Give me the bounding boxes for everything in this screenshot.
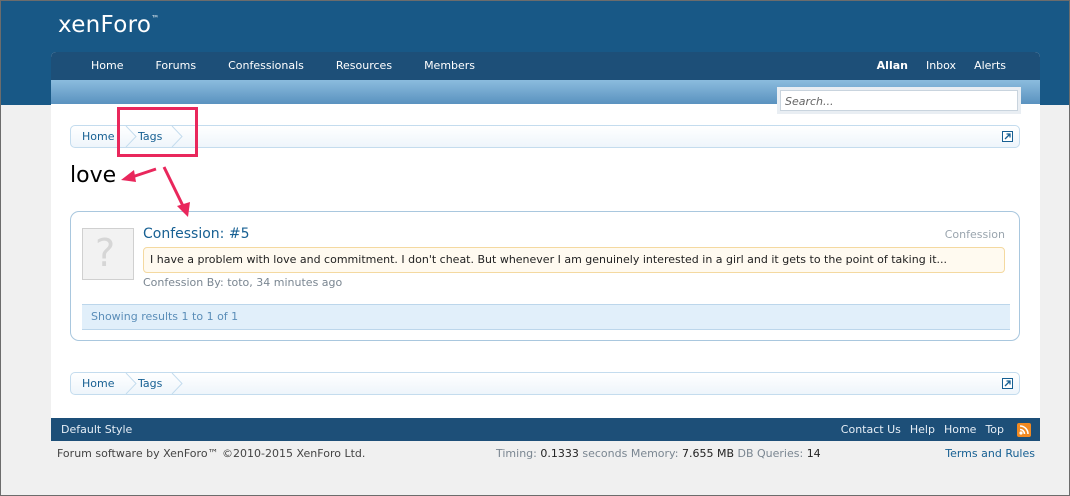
annotation-arrows <box>121 166 190 217</box>
annotation-arrow-icon <box>162 166 190 217</box>
annotation-arrow-icon <box>121 167 157 182</box>
browser-frame: xenForo™ Home Forums Confessionals Resource… <box>0 0 1070 496</box>
